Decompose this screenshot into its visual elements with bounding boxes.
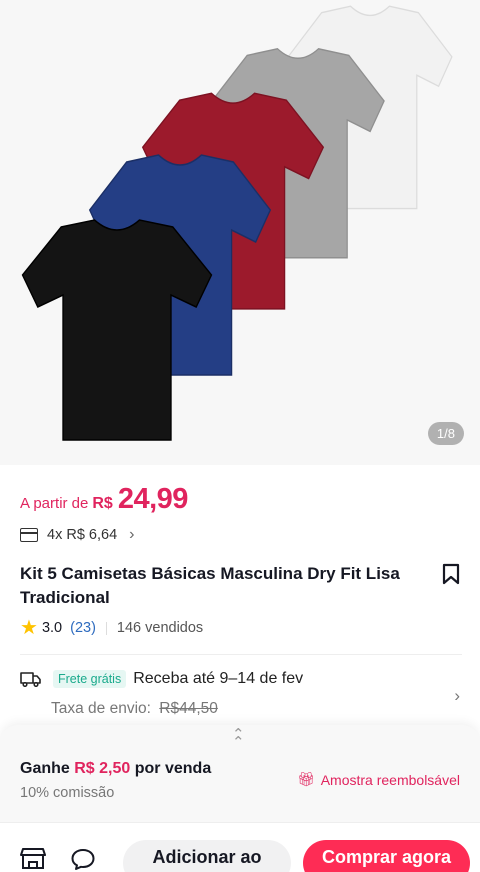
price-value: 24,99 — [117, 483, 189, 515]
price-row: A partir de R$ 24,99 — [20, 483, 188, 516]
product-image — [21, 5, 453, 441]
chevron-right-icon: › — [129, 526, 135, 543]
installment-row[interactable]: 4x R$ 6,64 › — [20, 526, 134, 544]
truck-icon — [20, 672, 41, 687]
free-shipping-badge: Frete grátis — [53, 670, 127, 688]
installment-text: 4x R$ 6,64 — [47, 527, 118, 543]
shop-icon[interactable] — [20, 847, 46, 869]
add-to-cart-button[interactable]: Adicionar ao — [123, 840, 291, 872]
chevron-right-icon[interactable]: › — [454, 686, 460, 706]
bottom-action-bar: Adicionar ao Comprar agora — [0, 822, 480, 872]
chat-icon[interactable] — [70, 847, 96, 871]
rating-row[interactable]: ★ 3.0 (23) 146 vendidos — [20, 618, 203, 638]
earn-text: Ganhe R$ 2,50 por venda — [20, 760, 211, 778]
credit-card-icon — [20, 528, 38, 542]
affiliate-panel: ⌃ ⌃ Ganhe R$ 2,50 por venda 10% comissão … — [0, 725, 480, 822]
price-currency: R$ — [92, 495, 113, 512]
refundable-sample-label: Amostra reembolsável — [320, 771, 460, 788]
earn-suffix: por venda — [134, 760, 212, 777]
refundable-sample-link[interactable]: 🎁︎ Amostra reembolsável — [297, 771, 460, 788]
shipping-fee-label: Taxa de envio: — [51, 700, 151, 717]
buy-now-button[interactable]: Comprar agora — [303, 840, 470, 872]
review-count[interactable]: (23) — [70, 620, 96, 636]
bookmark-icon[interactable] — [441, 563, 461, 585]
shipping-fee-old: R$44,50 — [159, 700, 218, 717]
section-divider — [20, 654, 462, 655]
star-icon: ★ — [20, 617, 38, 639]
earn-prefix: Ganhe — [20, 760, 70, 777]
sold-count: 146 vendidos — [116, 620, 204, 636]
rating-score: 3.0 — [41, 620, 63, 636]
earn-amount: R$ 2,50 — [74, 760, 131, 777]
chevron-up-double-icon[interactable]: ⌃ ⌃ — [232, 727, 245, 750]
image-page-indicator: 1/8 — [427, 422, 464, 445]
price-prefix: A partir de — [20, 495, 89, 512]
shipping-row[interactable]: Frete grátis Receba até 9–14 de fev — [20, 670, 303, 688]
product-title: Kit 5 Camisetas Básicas Masculina Dry Fi… — [20, 564, 400, 607]
divider — [105, 621, 107, 635]
commission-rate: 10% comissão — [20, 785, 115, 801]
shipping-fee: Taxa de envio: R$44,50 — [51, 700, 218, 718]
delivery-estimate: Receba até 9–14 de fev — [133, 670, 304, 687]
product-image-gallery[interactable]: 1/8 — [0, 0, 480, 465]
gift-icon: 🎁︎ — [296, 771, 315, 787]
